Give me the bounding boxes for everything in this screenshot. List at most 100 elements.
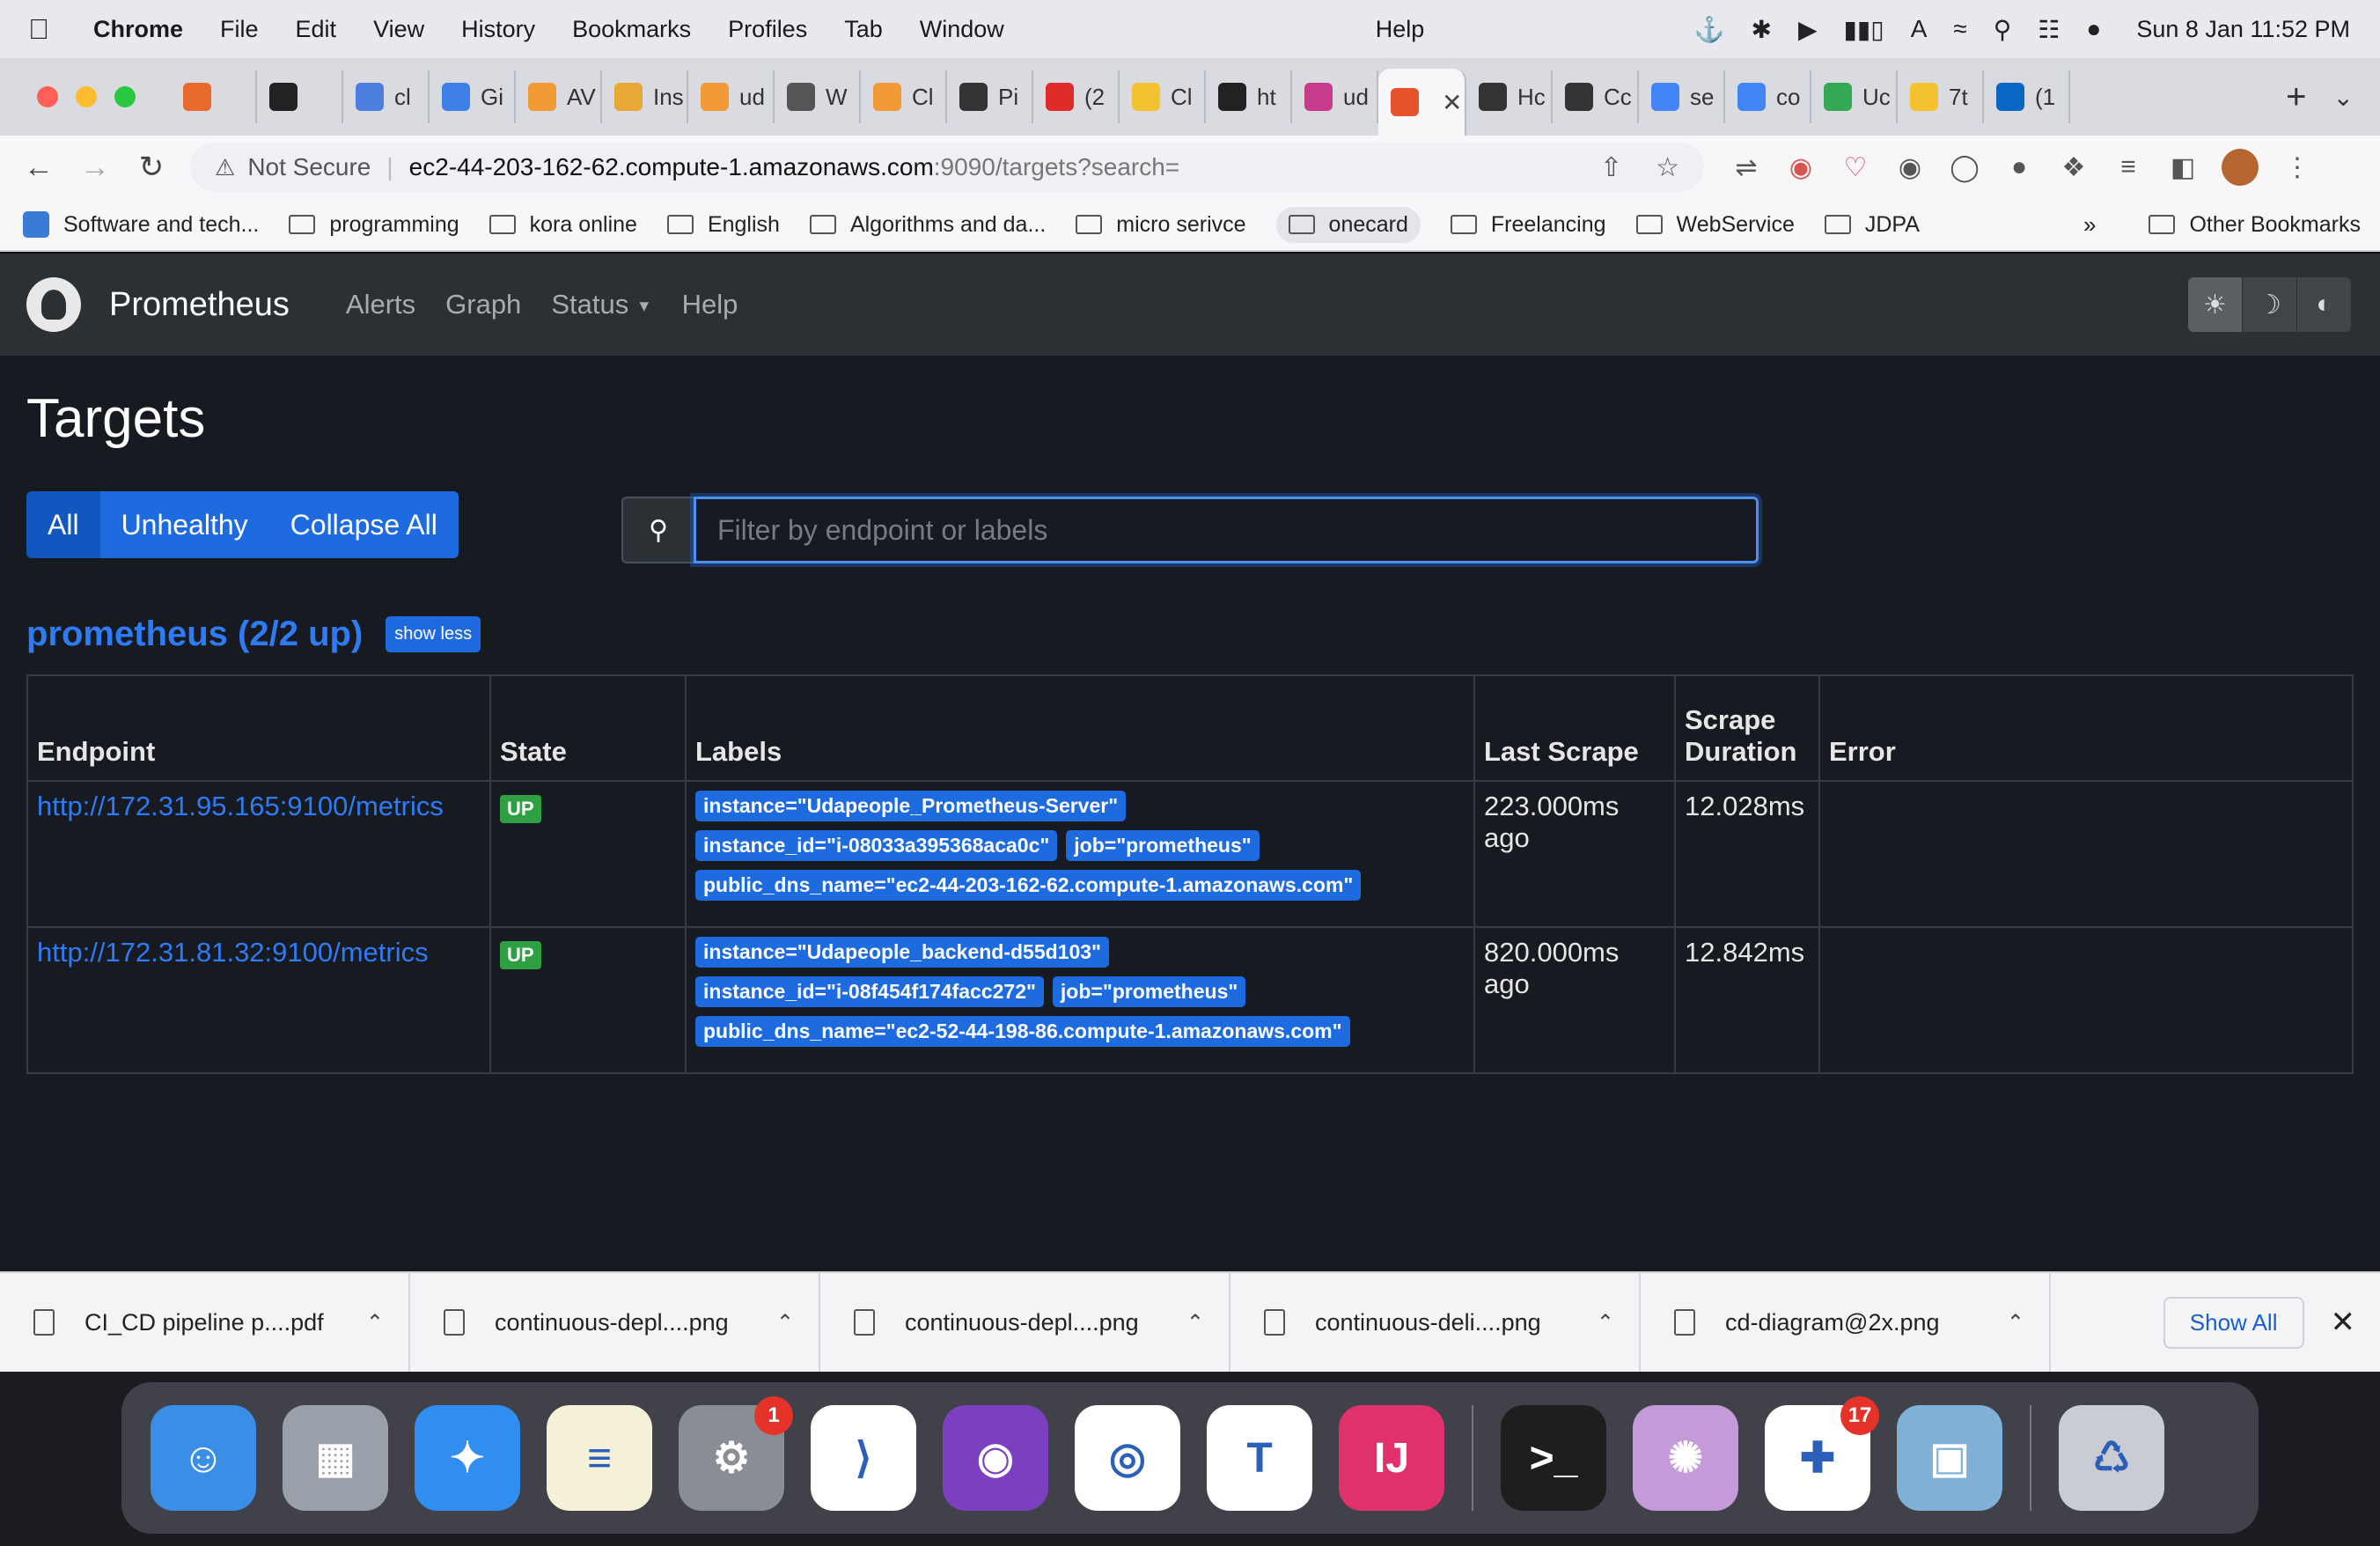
play-icon[interactable]: ▶ <box>1798 15 1818 44</box>
zoom-window-button[interactable] <box>114 86 136 107</box>
browser-tab[interactable]: 7t <box>1898 70 1984 123</box>
endpoint-link[interactable]: http://172.31.81.32:9100/metrics <box>37 937 429 968</box>
dock-terminal-icon[interactable]: >_ <box>1501 1405 1606 1511</box>
scrape-pool-title[interactable]: prometheus (2/2 up) <box>26 615 363 654</box>
menu-help[interactable]: Help <box>1376 16 1425 43</box>
forward-button[interactable]: → <box>67 151 123 185</box>
share-icon[interactable]: ⇧ <box>1600 152 1622 183</box>
browser-tab[interactable]: Uc <box>1811 70 1898 123</box>
dark-extension-icon[interactable]: ● <box>2003 151 2035 183</box>
menu-view[interactable]: View <box>373 16 424 43</box>
menu-history[interactable]: History <box>461 16 535 43</box>
menu-bookmarks[interactable]: Bookmarks <box>572 16 691 43</box>
download-item[interactable]: continuous-depl....png ⌃ <box>410 1272 820 1373</box>
bookmark-folder-programming[interactable]: programming <box>289 212 459 238</box>
menu-bar-clock[interactable]: Sun 8 Jan 11:52 PM <box>2136 16 2350 43</box>
collapse-all-button[interactable]: Collapse All <box>268 491 459 558</box>
dock-vscode-icon[interactable]: ⟩ <box>811 1405 916 1511</box>
browser-tab[interactable]: Cl <box>861 70 947 123</box>
search-input[interactable] <box>694 497 1759 563</box>
dock-finder-icon[interactable]: ☺ <box>151 1405 256 1511</box>
browser-tab[interactable]: ud <box>1292 70 1378 123</box>
browser-tab[interactable]: se <box>1639 70 1725 123</box>
close-window-button[interactable] <box>37 86 58 107</box>
light-theme-icon[interactable]: ☀ <box>2188 277 2243 332</box>
back-button[interactable]: ← <box>11 151 67 185</box>
dock-safari-icon[interactable]: ✦ <box>415 1405 520 1511</box>
dock-chrome-icon[interactable]: ◎ <box>1075 1405 1180 1511</box>
docker-icon[interactable]: ⚓ <box>1694 15 1725 44</box>
dark-theme-icon[interactable]: ☽ <box>2243 277 2297 332</box>
profile-avatar[interactable] <box>2222 149 2259 186</box>
nav-status[interactable]: Status ▼ <box>551 289 651 320</box>
bookmark-folder-freelancing[interactable]: Freelancing <box>1450 212 1606 238</box>
address-bar[interactable]: ⚠ Not Secure | ec2-44-203-162-62.compute… <box>190 143 1704 192</box>
prometheus-brand[interactable]: Prometheus <box>109 286 290 324</box>
dock-notes-icon[interactable]: ≡ <box>547 1405 652 1511</box>
nav-alerts[interactable]: Alerts <box>346 289 415 320</box>
bookmark-folder-english[interactable]: English <box>666 212 780 238</box>
browser-tab[interactable] <box>257 70 343 123</box>
bookmark-folder-jdpa[interactable]: JDPA <box>1824 212 1920 238</box>
menu-app-name[interactable]: Chrome <box>93 16 183 43</box>
browser-tab[interactable]: (2 <box>1033 70 1120 123</box>
new-tab-button[interactable]: + <box>2286 77 2306 117</box>
chevron-up-icon[interactable]: ⌃ <box>366 1310 384 1336</box>
chevron-up-icon[interactable]: ⌃ <box>2007 1310 2024 1336</box>
menu-file[interactable]: File <box>220 16 259 43</box>
menu-window[interactable]: Window <box>920 16 1004 43</box>
menu-tab[interactable]: Tab <box>844 16 883 43</box>
bookmark-folder-kora[interactable]: kora online <box>488 212 637 238</box>
browser-tab[interactable]: ht <box>1206 70 1292 123</box>
browser-tab[interactable]: ud <box>688 70 775 123</box>
dock-octopus-icon[interactable]: ✺ <box>1633 1405 1738 1511</box>
browser-tab[interactable]: cl <box>343 70 430 123</box>
apple-icon[interactable]:  <box>28 13 81 46</box>
menu-edit[interactable]: Edit <box>296 16 337 43</box>
input-source-icon[interactable]: A <box>1911 15 1928 43</box>
security-indicator[interactable]: Not Secure <box>247 153 371 181</box>
download-item[interactable]: cd-diagram@2x.png ⌃ <box>1641 1272 2051 1373</box>
more-bookmarks-button[interactable]: » <box>2083 211 2096 239</box>
close-tab-icon[interactable]: ✕ <box>1442 88 1462 117</box>
pocket-extension-icon[interactable]: ♡ <box>1840 151 1871 183</box>
browser-tab[interactable]: Cl <box>1120 70 1206 123</box>
bookmark-software[interactable]: Software and tech... <box>23 211 259 238</box>
reading-list-icon[interactable]: ≡ <box>2112 151 2144 183</box>
nav-graph[interactable]: Graph <box>445 289 521 320</box>
filter-unhealthy-button[interactable]: Unhealthy <box>99 491 269 558</box>
chevron-up-icon[interactable]: ⌃ <box>776 1310 794 1336</box>
browser-tab[interactable]: (1 <box>1984 70 2070 123</box>
spotlight-search-icon[interactable]: ⚲ <box>1994 15 2012 44</box>
close-downloads-icon[interactable]: ✕ <box>2331 1305 2356 1340</box>
browser-tab[interactable]: Cc <box>1553 70 1639 123</box>
browser-menu-icon[interactable]: ⋮ <box>2281 151 2313 183</box>
wifi-icon[interactable]: ≈ <box>1953 15 1966 43</box>
dock-slack-icon[interactable]: ✚ 17 <box>1765 1396 1879 1511</box>
dock-intellij-icon[interactable]: IJ <box>1339 1405 1444 1511</box>
browser-tab[interactable]: Gi <box>430 70 516 123</box>
control-center-icon[interactable]: ☷ <box>2038 15 2060 44</box>
bookmark-folder-webservice[interactable]: WebService <box>1635 212 1795 238</box>
filter-all-button[interactable]: All <box>26 491 100 558</box>
siri-icon[interactable]: ● <box>2086 15 2101 43</box>
bookmark-folder-micro-service[interactable]: micro serivce <box>1076 212 1246 238</box>
tab-search-chevron-icon[interactable]: ⌄ <box>2333 83 2354 112</box>
side-panel-icon[interactable]: ◧ <box>2167 151 2199 183</box>
show-less-button[interactable]: show less <box>386 616 481 652</box>
browser-tab[interactable]: ✕ <box>1378 69 1466 136</box>
show-all-downloads-button[interactable]: Show All <box>2163 1296 2304 1349</box>
browser-tab[interactable] <box>171 70 257 123</box>
dock-system-settings-icon[interactable]: ⚙ 1 <box>679 1396 793 1511</box>
bookmark-folder-onecard[interactable]: onecard <box>1275 206 1421 243</box>
puzzle-extensions-icon[interactable]: ❖ <box>2058 151 2090 183</box>
reload-button[interactable]: ↻ <box>123 150 180 185</box>
browser-tab[interactable]: Pi <box>947 70 1033 123</box>
browser-tab[interactable]: Hc <box>1466 70 1553 123</box>
chevron-up-icon[interactable]: ⌃ <box>1186 1310 1204 1336</box>
menu-profiles[interactable]: Profiles <box>728 16 807 43</box>
red-extension-icon[interactable]: ◉ <box>1785 151 1817 183</box>
dock-preview-icon[interactable]: ▣ <box>1897 1405 2002 1511</box>
owl-extension-icon[interactable]: ◉ <box>1894 151 1926 183</box>
bookmark-star-icon[interactable]: ☆ <box>1656 152 1679 183</box>
